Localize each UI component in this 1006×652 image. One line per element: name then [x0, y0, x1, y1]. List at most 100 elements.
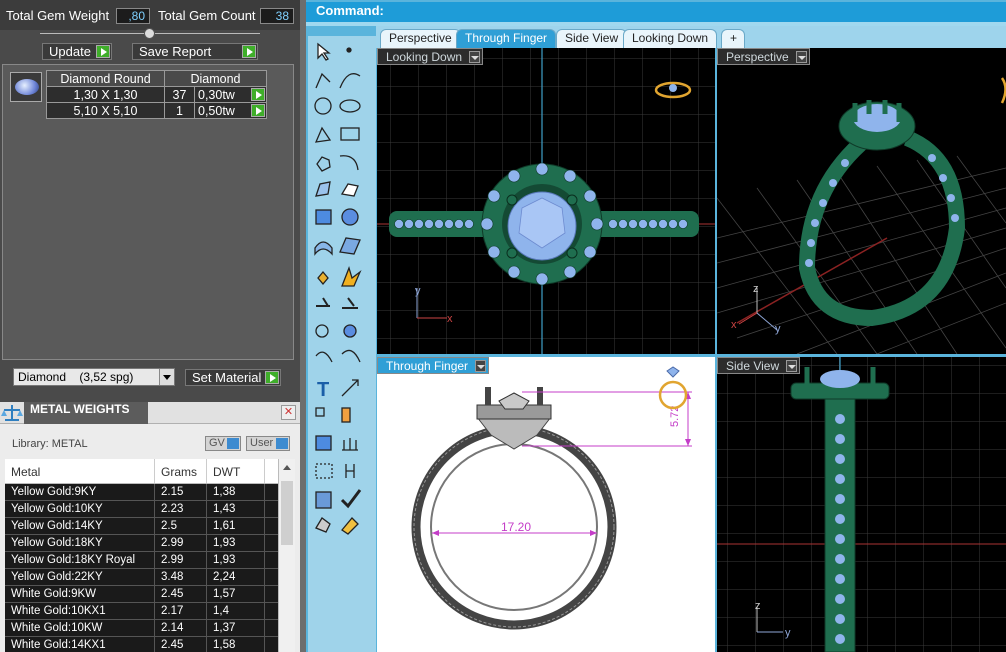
gem-weight-cell: 0,50tw: [194, 102, 267, 119]
viewport-title[interactable]: Perspective: [717, 48, 810, 65]
top-view-canvas: y x: [377, 48, 715, 354]
metal-name-cell: Yellow Gold:18KY Royal: [5, 552, 155, 568]
total-gem-count-field[interactable]: 38: [260, 8, 294, 24]
grams-cell: 2.99: [155, 535, 207, 551]
paint-icon: [341, 517, 359, 535]
pipe-icon: [314, 241, 333, 256]
gem-table: Diamond Round Diamond 1,30 X 1,30 37 0,3…: [46, 70, 267, 119]
dwt-cell: 1,38: [207, 484, 265, 500]
table-row[interactable]: Yellow Gold:18KY 2.99 1,93: [5, 535, 295, 552]
update-button[interactable]: Update: [42, 43, 112, 60]
save-report-button[interactable]: Save Report: [132, 43, 258, 60]
total-gem-weight-label: Total Gem Weight: [6, 8, 110, 23]
tab-perspective[interactable]: Perspective: [380, 29, 461, 48]
viewport-title-text: Looking Down: [386, 50, 463, 64]
viewport-title[interactable]: Looking Down: [377, 48, 484, 65]
table-row[interactable]: Yellow Gold:10KY 2.23 1,43: [5, 501, 295, 518]
viewport-looking-down[interactable]: y x Looking Down: [377, 48, 715, 354]
table-row[interactable]: White Gold:14KX1 2.45 1,58: [5, 637, 295, 652]
gem-header-shape: Diamond Round: [46, 70, 165, 87]
through-finger-canvas: 5.72 17.20: [411, 366, 692, 630]
ring-size-icon: [658, 366, 688, 410]
close-icon[interactable]: ✕: [281, 405, 296, 420]
metal-name-cell: Yellow Gold:22KY: [5, 569, 155, 585]
viewport-tabs: Perspective Through Finger Side View Loo…: [376, 26, 1006, 48]
gem-weight: 0,50tw: [198, 103, 235, 118]
metal-weights-title: METAL WEIGHTS: [24, 402, 148, 424]
join-icon: [345, 464, 355, 478]
command-bar[interactable]: Command:: [306, 2, 1006, 22]
table-row[interactable]: Yellow Gold:22KY 3.48 2,24: [5, 569, 295, 586]
select-arrow-icon: [317, 42, 331, 61]
gem-count: 37: [164, 86, 195, 103]
scrollbar[interactable]: [278, 459, 295, 652]
viewport-title[interactable]: Through Finger: [377, 357, 490, 374]
chevron-down-icon: [159, 369, 174, 385]
split-icon: [342, 297, 358, 309]
tab-looking-down[interactable]: Looking Down: [623, 29, 718, 48]
chevron-down-icon[interactable]: [469, 51, 481, 63]
viewport-title[interactable]: Side View: [717, 357, 801, 374]
ellipse-icon: [339, 99, 361, 113]
viewport-title-text: Perspective: [726, 50, 789, 64]
prongs-icon: [342, 438, 358, 451]
chevron-down-icon[interactable]: [786, 360, 798, 372]
metal-weights-header: METAL WEIGHTS ✕: [0, 402, 300, 424]
viewport-side-view[interactable]: z y Side View: [717, 357, 1006, 652]
play-icon[interactable]: [251, 88, 265, 101]
grams-cell: 2.14: [155, 620, 207, 636]
slider-knob[interactable]: [144, 28, 155, 39]
total-gem-weight-field[interactable]: ,80: [116, 8, 150, 24]
circle-icon: [314, 97, 332, 115]
metal-table-header: Metal Grams DWT: [5, 459, 295, 484]
scroll-up-icon[interactable]: [283, 465, 291, 470]
table-row[interactable]: Yellow Gold:14KY 2.5 1,61: [5, 518, 295, 535]
play-icon: [96, 45, 110, 58]
table-row[interactable]: White Gold:9KW 2.45 1,57: [5, 586, 295, 603]
table-row[interactable]: Yellow Gold:9KY 2.15 1,38: [5, 484, 295, 501]
scrollbar-thumb[interactable]: [281, 481, 293, 545]
viewport-through-finger[interactable]: 5.72 17.20 Through Finger: [377, 357, 715, 652]
play-icon[interactable]: [251, 104, 265, 117]
boolean-union-icon: [315, 324, 329, 338]
viewport-title-text: Side View: [726, 359, 780, 373]
column-dwt[interactable]: DWT: [207, 459, 265, 483]
scale-icon: [1, 405, 23, 421]
plus-icon: +: [730, 31, 738, 45]
tab-side-view[interactable]: Side View: [556, 29, 628, 48]
gv-toggle[interactable]: GV: [205, 436, 241, 451]
dwt-cell: 1,93: [207, 535, 265, 551]
scale-tool-icon: [341, 379, 359, 397]
user-toggle[interactable]: User: [246, 436, 290, 451]
table-row[interactable]: Yellow Gold:18KY Royal 2.99 1,93: [5, 552, 295, 569]
table-row[interactable]: White Gold:10KX1 2.17 1,4: [5, 603, 295, 620]
viewport-perspective[interactable]: z x y Perspective: [717, 48, 1006, 354]
gem-row[interactable]: 1,30 X 1,30 37 0,30tw: [46, 86, 267, 103]
column-grams[interactable]: Grams: [155, 459, 207, 483]
tab-through-finger[interactable]: Through Finger: [456, 29, 557, 48]
chevron-down-icon[interactable]: [795, 51, 807, 63]
add-tab-button[interactable]: +: [721, 29, 745, 48]
gem-size: 1,30 X 1,30: [46, 86, 165, 103]
chevron-down-icon[interactable]: [475, 360, 487, 372]
column-metal[interactable]: Metal: [5, 459, 155, 483]
metal-name-cell: White Gold:10KX1: [5, 603, 155, 619]
set-material-button[interactable]: Set Material: [185, 369, 281, 386]
table-row[interactable]: White Gold:10KW 2.14 1,37: [5, 620, 295, 637]
dwt-cell: 1,4: [207, 603, 265, 619]
gem-row[interactable]: 5,10 X 5,10 1 0,50tw: [46, 102, 267, 119]
gem-size: 5,10 X 5,10: [46, 102, 165, 119]
patch-icon: [339, 237, 361, 255]
tab-label: Looking Down: [632, 31, 709, 45]
user-label: User: [250, 437, 274, 449]
panel-resize-slider[interactable]: [40, 28, 260, 40]
boolean-diff-icon: [343, 324, 357, 338]
save-report-label: Save Report: [139, 44, 212, 59]
play-icon: [242, 45, 256, 58]
tab-label: Perspective: [389, 31, 452, 45]
total-gem-count-label: Total Gem Count: [158, 8, 256, 23]
sphere-icon: [341, 208, 359, 226]
mini-ring-icon: [1000, 77, 1006, 104]
material-select[interactable]: Diamond (3,52 spg): [13, 368, 175, 386]
tool-palette: T: [308, 36, 376, 652]
